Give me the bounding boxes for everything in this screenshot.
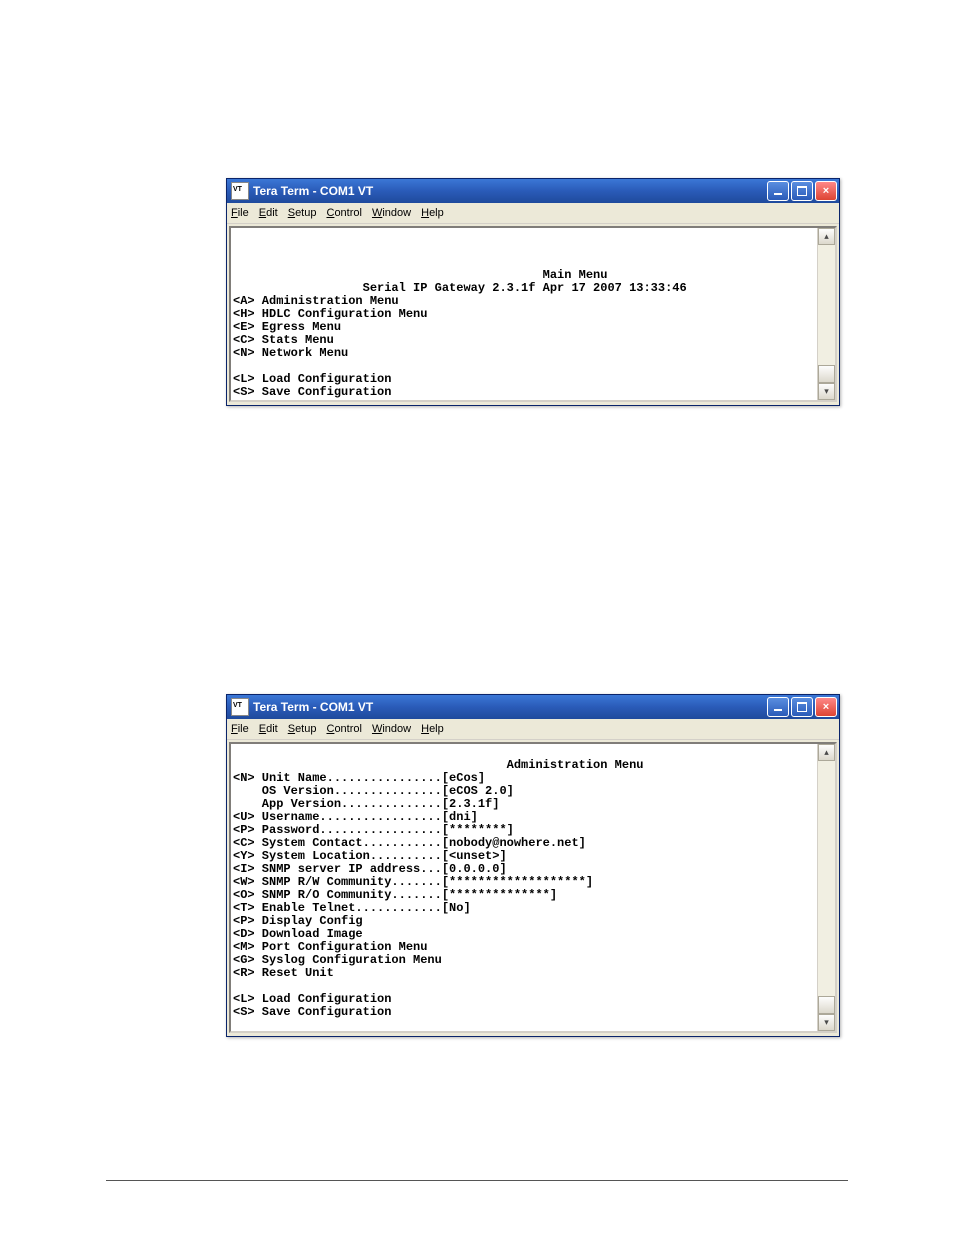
scroll-thumb[interactable] bbox=[818, 365, 835, 383]
scroll-track[interactable] bbox=[818, 761, 835, 1014]
vertical-scrollbar[interactable]: ▴ ▾ bbox=[817, 744, 835, 1031]
scroll-up-button[interactable]: ▴ bbox=[818, 744, 835, 761]
minimize-button[interactable] bbox=[767, 697, 789, 717]
app-icon bbox=[231, 698, 249, 716]
opt-syslog-config: <G> Syslog Configuration Menu bbox=[233, 953, 442, 967]
menu-window[interactable]: Window bbox=[372, 723, 411, 735]
menubar: File Edit Setup Control Window Help bbox=[227, 719, 839, 740]
maximize-button[interactable] bbox=[791, 181, 813, 201]
menu-setup[interactable]: Setup bbox=[288, 207, 317, 219]
menu-control[interactable]: Control bbox=[326, 723, 361, 735]
terminal-area: Administration Menu <N> Unit Name.......… bbox=[229, 742, 837, 1033]
opt-download-image: <D> Download Image bbox=[233, 927, 363, 941]
opt-load-config: <L> Load Configuration bbox=[233, 372, 391, 386]
menu-window[interactable]: Window bbox=[372, 207, 411, 219]
menu-edit[interactable]: Edit bbox=[259, 723, 278, 735]
terminal-area: Main Menu Serial IP Gateway 2.3.1f Apr 1… bbox=[229, 226, 837, 402]
opt-snmp-ip: <I> SNMP server IP address...[0.0.0.0] bbox=[233, 862, 507, 876]
info-app-version: App Version..............[2.3.1f] bbox=[233, 797, 499, 811]
vertical-scrollbar[interactable]: ▴ ▾ bbox=[817, 228, 835, 400]
menubar: File Edit Setup Control Window Help bbox=[227, 203, 839, 224]
titlebar[interactable]: Tera Term - COM1 VT × bbox=[227, 695, 839, 719]
scroll-track[interactable] bbox=[818, 245, 835, 383]
menu-help[interactable]: Help bbox=[421, 207, 444, 219]
opt-port-config: <M> Port Configuration Menu bbox=[233, 940, 427, 954]
close-button[interactable]: × bbox=[815, 181, 837, 201]
menu-control[interactable]: Control bbox=[326, 207, 361, 219]
opt-username: <U> Username.................[dni] bbox=[233, 810, 478, 824]
opt-snmp-rw: <W> SNMP R/W Community.......[**********… bbox=[233, 875, 593, 889]
opt-unit-name: <N> Unit Name................[eCos] bbox=[233, 771, 485, 785]
opt-load-config: <L> Load Configuration bbox=[233, 992, 391, 1006]
window-title: Tera Term - COM1 VT bbox=[253, 700, 765, 714]
opt-egress: <E> Egress Menu bbox=[233, 320, 341, 334]
maximize-button[interactable] bbox=[791, 697, 813, 717]
opt-network: <N> Network Menu bbox=[233, 346, 348, 360]
info-os-version: OS Version...............[eCOS 2.0] bbox=[233, 784, 514, 798]
menu-file[interactable]: File bbox=[231, 207, 249, 219]
opt-administration: <A> Administration Menu bbox=[233, 294, 399, 308]
main-menu-subtitle: Serial IP Gateway 2.3.1f Apr 17 2007 13:… bbox=[233, 281, 687, 295]
opt-snmp-ro: <O> SNMP R/O Community.......[**********… bbox=[233, 888, 557, 902]
menu-help[interactable]: Help bbox=[421, 723, 444, 735]
opt-password: <P> Password.................[********] bbox=[233, 823, 514, 837]
titlebar[interactable]: Tera Term - COM1 VT × bbox=[227, 179, 839, 203]
close-button[interactable]: × bbox=[815, 697, 837, 717]
menu-file[interactable]: File bbox=[231, 723, 249, 735]
opt-system-location: <Y> System Location..........[<unset>] bbox=[233, 849, 507, 863]
opt-reset-unit: <R> Reset Unit bbox=[233, 966, 334, 980]
scroll-down-button[interactable]: ▾ bbox=[818, 383, 835, 400]
opt-stats: <C> Stats Menu bbox=[233, 333, 334, 347]
page-divider bbox=[106, 1180, 848, 1181]
opt-system-contact: <C> System Contact...........[nobody@now… bbox=[233, 836, 586, 850]
main-menu-title: Main Menu bbox=[233, 268, 607, 282]
menu-setup[interactable]: Setup bbox=[288, 723, 317, 735]
scroll-down-button[interactable]: ▾ bbox=[818, 1014, 835, 1031]
scroll-thumb[interactable] bbox=[818, 996, 835, 1014]
opt-save-config: <S> Save Configuration bbox=[233, 1005, 391, 1019]
app-icon bbox=[231, 182, 249, 200]
terminal-output[interactable]: Administration Menu <N> Unit Name.......… bbox=[231, 744, 835, 1031]
opt-display-config: <P> Display Config bbox=[233, 914, 363, 928]
opt-enable-telnet: <T> Enable Telnet............[No] bbox=[233, 901, 471, 915]
opt-hdlc: <H> HDLC Configuration Menu bbox=[233, 307, 427, 321]
window-title: Tera Term - COM1 VT bbox=[253, 184, 765, 198]
terminal-output[interactable]: Main Menu Serial IP Gateway 2.3.1f Apr 1… bbox=[231, 228, 835, 400]
menu-edit[interactable]: Edit bbox=[259, 207, 278, 219]
teraterm-window-2: Tera Term - COM1 VT × File Edit Setup Co… bbox=[226, 694, 840, 1037]
opt-save-config: <S> Save Configuration bbox=[233, 385, 391, 399]
minimize-button[interactable] bbox=[767, 181, 789, 201]
teraterm-window-1: Tera Term - COM1 VT × File Edit Setup Co… bbox=[226, 178, 840, 406]
admin-menu-title: Administration Menu bbox=[233, 758, 643, 772]
scroll-up-button[interactable]: ▴ bbox=[818, 228, 835, 245]
